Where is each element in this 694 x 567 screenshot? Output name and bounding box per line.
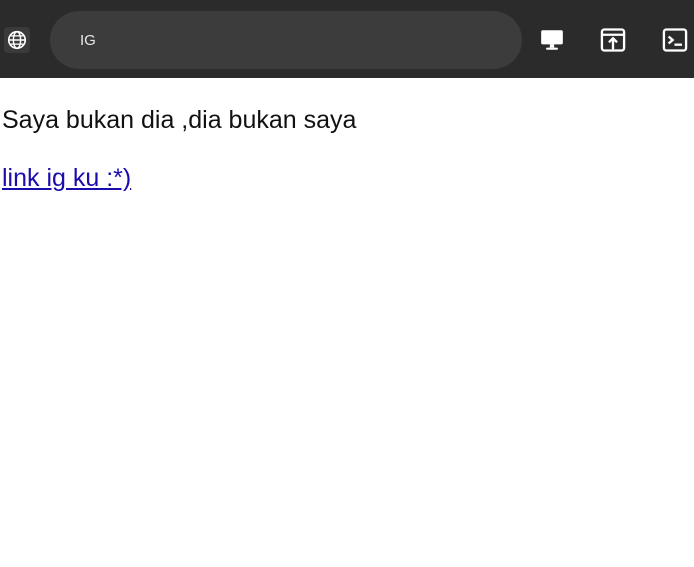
address-bar[interactable]: IG [50,11,522,69]
address-text: IG [80,31,96,49]
page-content: Saya bukan dia ,dia bukan saya link ig k… [2,100,694,198]
page-paragraph: Saya bukan dia ,dia bukan saya [2,106,357,134]
open-in-browser-icon[interactable] [599,26,627,54]
desktop-icon[interactable] [538,26,566,54]
terminal-icon[interactable] [661,26,689,54]
instagram-link[interactable]: link ig ku :*) [2,158,131,198]
globe-icon[interactable] [4,27,30,53]
browser-toolbar: IG [0,0,694,78]
